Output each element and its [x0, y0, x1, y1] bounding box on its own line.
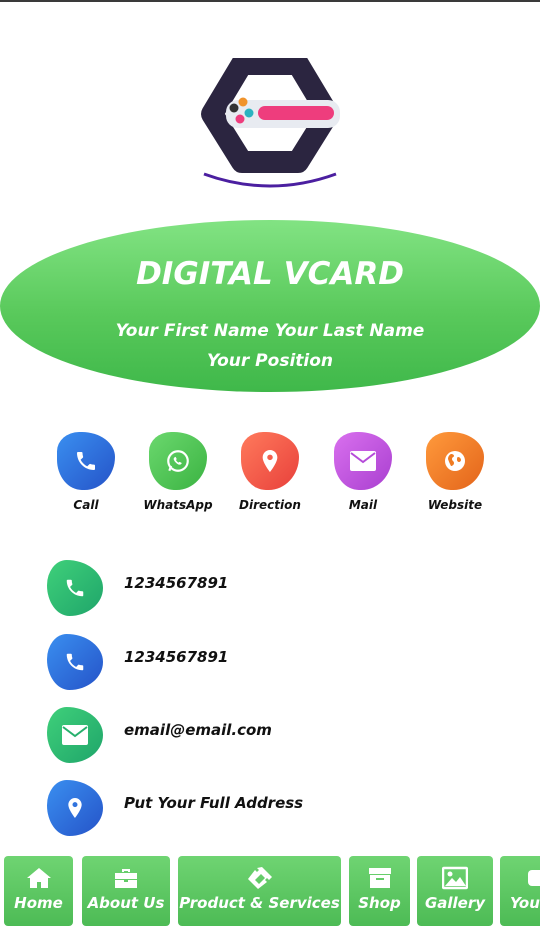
- top-divider: [0, 0, 540, 2]
- box-icon: [368, 868, 391, 888]
- contact-address-text: Put Your Full Address: [124, 794, 304, 812]
- mail-action-button[interactable]: Mail: [318, 432, 408, 512]
- mail-icon: [47, 707, 103, 763]
- call-action-button[interactable]: Call: [41, 432, 131, 512]
- nav-gallery-label: Gallery: [424, 894, 486, 912]
- nav-about-us-label: About Us: [87, 894, 165, 912]
- card-subtitle: Your First Name Your Last Name Your Posi…: [0, 316, 540, 376]
- nav-shop-label: Shop: [358, 894, 401, 912]
- nav-product-services-label: Product & Services: [179, 894, 340, 912]
- job-position: Your Position: [206, 351, 334, 371]
- nav-home-label: Home: [14, 894, 63, 912]
- whatsapp-action-button[interactable]: WhatsApp: [133, 432, 223, 512]
- nav-shop[interactable]: Shop: [349, 856, 410, 926]
- home-icon: [26, 868, 51, 888]
- website-label: Website: [427, 498, 483, 512]
- direction-label: Direction: [239, 498, 301, 512]
- nav-you[interactable]: You: [500, 856, 540, 926]
- nav-you-label: You: [510, 894, 540, 912]
- website-action-button[interactable]: Website: [410, 432, 500, 512]
- contact-email[interactable]: email@email.com: [47, 707, 527, 765]
- contact-address[interactable]: Put Your Full Address: [47, 780, 527, 838]
- bottom-nav: Home About Us Product & Services Shop Ga…: [0, 854, 540, 926]
- nav-about-us[interactable]: About Us: [82, 856, 170, 926]
- card-title: DIGITAL VCARD: [136, 256, 404, 292]
- brand-logo: [201, 58, 340, 188]
- ticket-icon: [247, 867, 272, 889]
- globe-icon: [426, 432, 484, 490]
- phone-icon: [47, 560, 103, 616]
- contact-phone-1[interactable]: 1234567891: [47, 560, 527, 618]
- location-pin-icon: [47, 780, 103, 836]
- briefcase-icon: [115, 869, 137, 888]
- contact-phone-1-text: 1234567891: [124, 574, 229, 592]
- call-label: Call: [73, 498, 99, 512]
- phone-icon: [57, 432, 115, 490]
- whatsapp-label: WhatsApp: [143, 498, 213, 512]
- nav-gallery[interactable]: Gallery: [417, 856, 493, 926]
- image-icon: [442, 866, 468, 890]
- nav-home[interactable]: Home: [4, 856, 73, 926]
- direction-action-button[interactable]: Direction: [225, 432, 315, 512]
- mail-label: Mail: [348, 498, 378, 512]
- video-icon: [528, 870, 540, 886]
- contact-email-text: email@email.com: [124, 721, 272, 739]
- full-name: Your First Name Your Last Name: [115, 321, 425, 341]
- location-pin-icon: [241, 432, 299, 490]
- mail-icon: [334, 432, 392, 490]
- contact-phone-2-text: 1234567891: [124, 648, 229, 666]
- whatsapp-icon: [149, 432, 207, 490]
- contact-phone-2[interactable]: 1234567891: [47, 634, 527, 692]
- hero-banner: DIGITAL VCARD Your First Name Your Last …: [0, 220, 540, 392]
- phone-icon: [47, 634, 103, 690]
- quick-actions: Call WhatsApp Direction Mail Website: [0, 432, 540, 522]
- nav-product-services[interactable]: Product & Services: [178, 856, 341, 926]
